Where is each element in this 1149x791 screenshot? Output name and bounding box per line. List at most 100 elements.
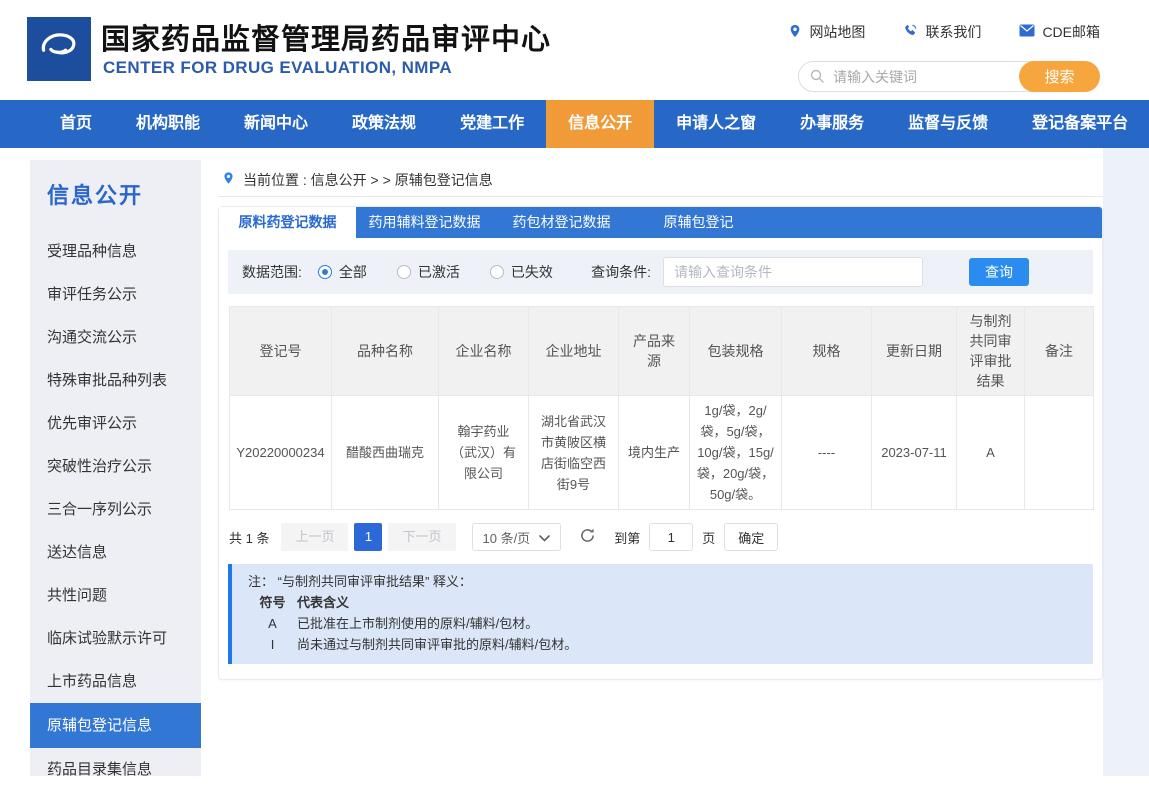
note-symbol-a: A: [248, 613, 297, 634]
query-button[interactable]: 查询: [969, 258, 1029, 286]
cell-variety-name: 醋酸西曲瑞克: [332, 396, 439, 510]
cell-packaging-spec: 1g/袋，2g/袋，5g/袋，10g/袋，15g/袋，20g/袋，50g/袋。: [690, 396, 782, 510]
site-search-button[interactable]: 搜索: [1019, 61, 1100, 92]
nav-item-registration-platform[interactable]: 登记备案平台: [1010, 100, 1149, 148]
legend-note: 注： “与制剂共同审评审批结果” 释义： 符号 代表含义 A 已批准在上市制剂使…: [228, 564, 1093, 664]
sidebar-item-breakthrough-therapy[interactable]: 突破性治疗公示: [30, 445, 201, 488]
note-row-i: I 尚未通过与制剂共同审评审批的原料/辅料/包材。: [248, 634, 1077, 655]
col-remarks: 备注: [1025, 307, 1094, 396]
col-joint-review-result: 与制剂共同审评审批结果: [957, 307, 1025, 396]
tab-packaging-registration[interactable]: 药包材登记数据: [493, 207, 630, 238]
goto-page-input[interactable]: [649, 523, 693, 551]
goto-suffix: 页: [702, 528, 715, 547]
page-size-select[interactable]: 10 条/页: [472, 523, 562, 551]
contact-label: 联系我们: [925, 22, 981, 42]
cde-logo[interactable]: [27, 17, 91, 81]
contact-link[interactable]: 联系我们: [903, 22, 981, 42]
nav-item-applicant[interactable]: 申请人之窗: [654, 100, 778, 148]
sidebar-title: 信息公开: [47, 178, 201, 210]
top-links: 网站地图 联系我们 CDE邮箱: [788, 22, 1100, 42]
note-symbol-i: I: [248, 634, 297, 655]
sidebar-item-accepted-varieties[interactable]: 受理品种信息: [30, 230, 201, 273]
col-spec: 规格: [782, 307, 872, 396]
tab-api-registration[interactable]: 原料药登记数据: [219, 207, 356, 238]
cell-product-source: 境内生产: [619, 396, 690, 510]
confirm-button[interactable]: 确定: [724, 523, 778, 551]
main-nav: 首页 机构职能 新闻中心 政策法规 党建工作 信息公开 申请人之窗 办事服务 监…: [0, 100, 1149, 148]
cell-update-date: 2023-07-11: [872, 396, 957, 510]
nav-item-policy[interactable]: 政策法规: [330, 100, 438, 148]
query-condition-input[interactable]: [663, 257, 923, 287]
col-company-address: 企业地址: [529, 307, 619, 396]
radio-unchecked-icon: [397, 265, 411, 279]
tab-excipient-registration[interactable]: 药用辅料登记数据: [356, 207, 493, 238]
next-page-button[interactable]: 下一页: [388, 523, 455, 551]
note-meaning-i: 尚未通过与制剂共同审评审批的原料/辅料/包材。: [297, 634, 577, 655]
site-search: 搜索: [798, 61, 1100, 92]
sitemap-link[interactable]: 网站地图: [788, 22, 865, 42]
radio-checked-icon: [318, 265, 332, 279]
sidebar: 信息公开 受理品种信息 审评任务公示 沟通交流公示 特殊审批品种列表 优先审评公…: [30, 160, 201, 776]
sidebar-item-marketed-drugs[interactable]: 上市药品信息: [30, 660, 201, 703]
sidebar-item-drug-catalog[interactable]: 药品目录集信息: [30, 748, 201, 791]
nav-item-info-disclosure[interactable]: 信息公开: [546, 100, 654, 148]
query-condition-label: 查询条件:: [591, 262, 651, 282]
sidebar-item-communication[interactable]: 沟通交流公示: [30, 316, 201, 359]
registration-table: 登记号 品种名称 企业名称 企业地址 产品来源 包装规格 规格 更新日期 与制剂…: [229, 306, 1094, 510]
col-packaging-spec: 包装规格: [690, 307, 782, 396]
note-row-a: A 已批准在上市制剂使用的原料/辅料/包材。: [248, 613, 1077, 634]
sidebar-item-special-approval[interactable]: 特殊审批品种列表: [30, 359, 201, 402]
radio-activated-label: 已激活: [418, 262, 460, 282]
sidebar-item-three-in-one[interactable]: 三合一序列公示: [30, 488, 201, 531]
location-pin-icon: [788, 23, 802, 42]
nav-item-party[interactable]: 党建工作: [438, 100, 546, 148]
nav-item-supervision[interactable]: 监督与反馈: [886, 100, 1010, 148]
sidebar-item-raw-material-registration[interactable]: 原辅包登记信息: [30, 703, 201, 748]
mail-link[interactable]: CDE邮箱: [1019, 22, 1100, 42]
chevron-down-icon: [539, 530, 550, 545]
goto-label: 到第: [614, 528, 640, 547]
breadcrumb-pin-icon: [222, 170, 235, 189]
sidebar-item-clinical-trial-license[interactable]: 临床试验默示许可: [30, 617, 201, 660]
page-subtitle: CENTER FOR DRUG EVALUATION, NMPA: [103, 58, 452, 78]
breadcrumb: 当前位置 : 信息公开 > > 原辅包登记信息: [218, 163, 1103, 197]
cell-joint-review-result: A: [957, 396, 1025, 510]
note-symbol-header: 符号: [248, 592, 297, 613]
tab-raw-aux-pack[interactable]: 原辅包登记: [630, 207, 767, 238]
cell-registration-no: Y20220000234: [230, 396, 332, 510]
site-header: 国家药品监督管理局药品审评中心 CENTER FOR DRUG EVALUATI…: [0, 0, 1149, 100]
sidebar-item-common-issues[interactable]: 共性问题: [30, 574, 201, 617]
note-title: 注： “与制剂共同审评审批结果” 释义：: [248, 571, 1077, 592]
cell-company-address: 湖北省武汉市黄陂区横店街临空西街9号: [529, 396, 619, 510]
radio-activated[interactable]: 已激活: [397, 262, 460, 282]
radio-all-label: 全部: [339, 262, 367, 282]
prev-page-button[interactable]: 上一页: [281, 523, 348, 551]
sidebar-item-delivery-info[interactable]: 送达信息: [30, 531, 201, 574]
nav-item-services[interactable]: 办事服务: [778, 100, 886, 148]
nav-item-home[interactable]: 首页: [38, 100, 114, 148]
phone-icon: [903, 23, 918, 41]
radio-all[interactable]: 全部: [318, 262, 367, 282]
refresh-button[interactable]: [579, 527, 596, 547]
table-header-row: 登记号 品种名称 企业名称 企业地址 产品来源 包装规格 规格 更新日期 与制剂…: [230, 307, 1094, 396]
main-content: 当前位置 : 信息公开 > > 原辅包登记信息 原料药登记数据 药用辅料登记数据…: [218, 163, 1103, 680]
breadcrumb-text: 当前位置 : 信息公开 > > 原辅包登记信息: [243, 170, 493, 190]
note-header-row: 符号 代表含义: [248, 592, 1077, 613]
cde-logo-icon: [33, 21, 85, 78]
note-meaning-header: 代表含义: [297, 592, 349, 613]
sidebar-item-priority-review[interactable]: 优先审评公示: [30, 402, 201, 445]
col-update-date: 更新日期: [872, 307, 957, 396]
col-registration-no: 登记号: [230, 307, 332, 396]
pagination: 共 1 条 上一页 1 下一页 10 条/页 到第 页 确定: [229, 523, 1092, 551]
col-product-source: 产品来源: [619, 307, 690, 396]
page-size-value: 10 条/页: [483, 528, 531, 547]
nav-item-news[interactable]: 新闻中心: [222, 100, 330, 148]
content-card: 原料药登记数据 药用辅料登记数据 药包材登记数据 原辅包登记 数据范围: 全部 …: [218, 206, 1103, 680]
nav-item-functions[interactable]: 机构职能: [114, 100, 222, 148]
page-number-1[interactable]: 1: [354, 523, 382, 551]
cell-remarks: [1025, 396, 1094, 510]
cell-spec: ----: [782, 396, 872, 510]
sidebar-item-review-tasks[interactable]: 审评任务公示: [30, 273, 201, 316]
radio-expired[interactable]: 已失效: [490, 262, 553, 282]
mail-label: CDE邮箱: [1042, 22, 1100, 42]
